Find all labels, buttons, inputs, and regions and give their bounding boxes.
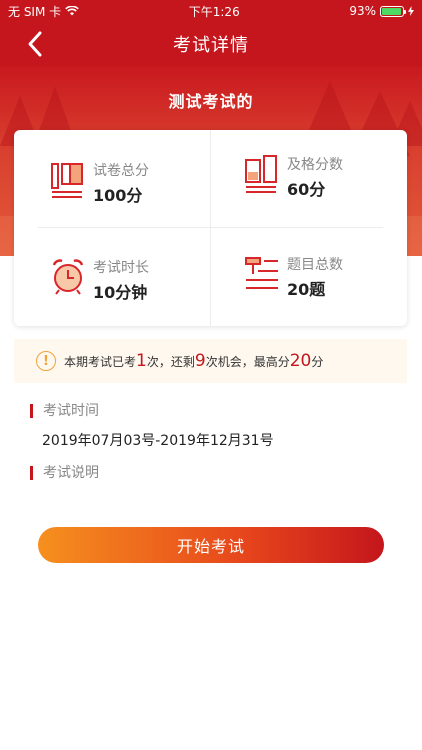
stat-duration: 考试时长 10分钟 [50, 257, 230, 317]
stat-label: 及格分数 [287, 157, 343, 173]
stat-value: 10分钟 [93, 283, 148, 302]
notice-suffix: 分 [311, 354, 324, 369]
exam-description-label: 考试说明 [30, 466, 99, 480]
notice-mid2: 次机会，最高分 [205, 354, 290, 369]
best-score: 20 [289, 351, 312, 371]
stat-label: 题目总数 [287, 257, 343, 273]
wifi-icon [65, 6, 79, 16]
alarm-clock-icon [52, 259, 84, 295]
chevron-left-icon [28, 31, 42, 57]
stat-value: 60分 [287, 180, 326, 199]
attempt-notice: ! 本期考试已考 1 次，还剩 9 次机会，最高分 20 分 [14, 339, 407, 383]
exclamation-icon: ! [36, 351, 56, 371]
status-bar: 无 SIM 卡 下午1:26 93% [0, 0, 422, 22]
battery-icon [379, 5, 406, 17]
exam-time-value: 2019年07月03号-2019年12月31号 [42, 433, 274, 449]
page-title: 考试详情 [173, 35, 249, 56]
stat-question-count: 题目总数 20题 [244, 254, 422, 314]
notice-mid1: 次，还剩 [146, 354, 195, 369]
charging-bolt-icon [407, 6, 414, 16]
nav-bar: 考试详情 [0, 22, 422, 66]
battery-percent: 93% [349, 4, 376, 18]
notice-prefix: 本期考试已考 [64, 354, 137, 369]
attempts-remaining: 9 [194, 351, 206, 371]
stat-label: 考试时长 [93, 260, 149, 276]
pass-score-icon [245, 155, 277, 193]
carrier-label: 无 SIM 卡 [8, 4, 62, 19]
back-button[interactable] [22, 30, 50, 58]
attempts-taken: 1 [136, 351, 147, 371]
stat-label: 试卷总分 [93, 163, 149, 179]
stat-value: 20题 [287, 280, 326, 299]
exam-stats-card: 试卷总分 100分 及格分数 60分 考试时长 10分钟 题目总数 20题 [14, 130, 407, 326]
stat-pass-score: 及格分数 60分 [244, 154, 422, 214]
battery-level [381, 7, 401, 15]
question-list-icon [245, 257, 278, 289]
stat-value: 100分 [93, 186, 143, 205]
card-divider-horizontal [38, 227, 383, 228]
exam-time-label: 考试时间 [30, 404, 99, 418]
stat-total-score: 试卷总分 100分 [50, 160, 230, 220]
paper-icon [51, 163, 83, 198]
start-exam-button[interactable]: 开始考试 [38, 527, 384, 563]
exam-name: 测试考试的 [168, 92, 254, 111]
status-time: 下午1:26 [188, 4, 240, 19]
